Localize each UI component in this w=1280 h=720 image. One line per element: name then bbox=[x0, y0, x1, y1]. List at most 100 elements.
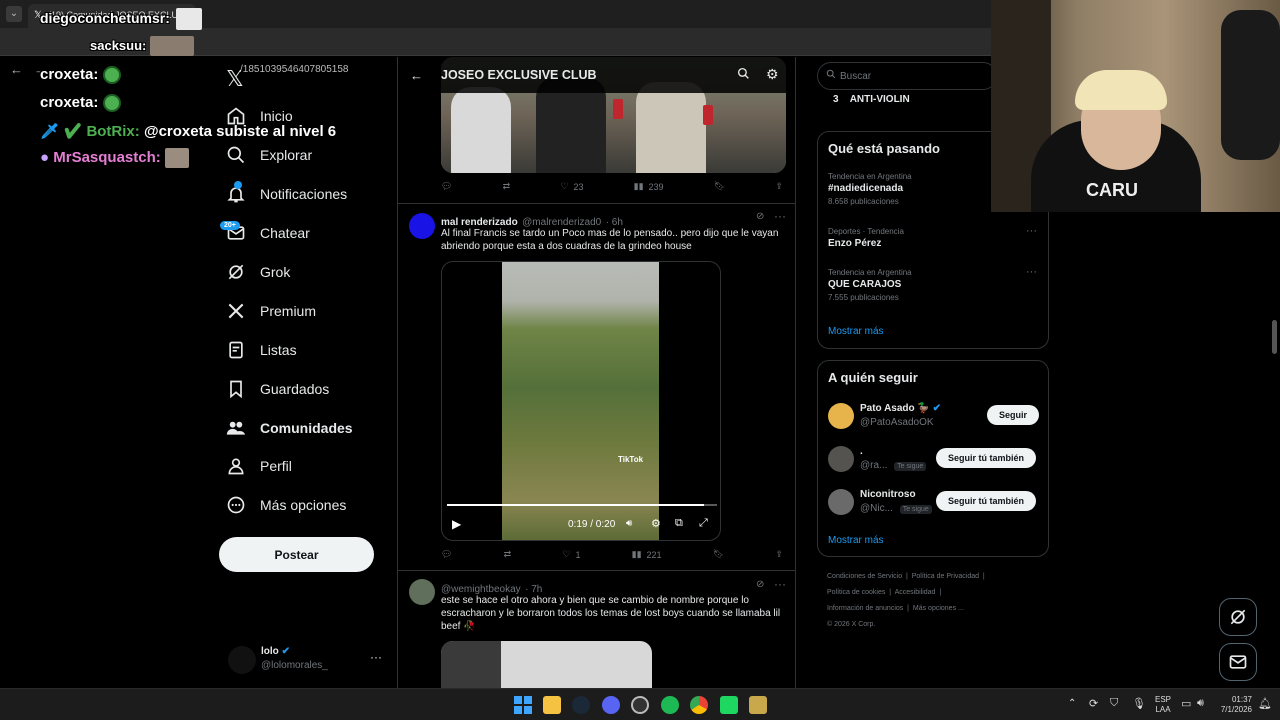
search-input[interactable]: Buscar bbox=[817, 62, 997, 90]
back-icon[interactable]: ← bbox=[10, 62, 23, 77]
avatar[interactable] bbox=[409, 579, 435, 605]
url-text[interactable]: /1851039546407805158 bbox=[240, 64, 348, 75]
main-timeline[interactable]: 💬︎ ⇄ ♡ 23 ▮▮ 239 🔖︎ ⇪ mal renderizado @m… bbox=[397, 57, 796, 688]
show-more-link[interactable]: Mostrar más bbox=[828, 535, 884, 546]
footer-link[interactable]: Más opciones ... bbox=[913, 605, 964, 612]
nav-item-communities[interactable]: Comunidades bbox=[226, 413, 353, 443]
footer-link[interactable]: Política de cookies bbox=[827, 589, 885, 596]
follow-button[interactable]: Seguir bbox=[987, 405, 1040, 425]
notification-bell-icon[interactable]: 🔔︎ bbox=[1258, 697, 1272, 710]
follow-suggestion[interactable]: . @ra... Te sigue Seguir tú también bbox=[828, 446, 1040, 476]
shield-icon[interactable]: ⛉ bbox=[1110, 697, 1118, 710]
avatar[interactable] bbox=[409, 213, 435, 239]
windows-start-icon[interactable] bbox=[514, 696, 532, 714]
show-more-link[interactable]: Mostrar más bbox=[828, 326, 884, 337]
follow-back-button[interactable]: Seguir tú también bbox=[936, 448, 1037, 468]
chevron-up-icon[interactable]: ⌃ bbox=[1068, 698, 1076, 709]
pip-icon[interactable]: ⧉ bbox=[675, 517, 683, 530]
spotify-icon[interactable] bbox=[661, 696, 679, 714]
views-button[interactable]: ▮▮ 239 bbox=[634, 181, 664, 192]
footer-link[interactable]: Condiciones de Servicio bbox=[827, 573, 902, 580]
nav-item-home[interactable]: Inicio bbox=[226, 101, 293, 131]
share-icon[interactable]: ⇪ bbox=[775, 181, 783, 192]
footer-link[interactable]: Accesibilidad bbox=[895, 589, 936, 596]
grok-icon[interactable]: ⊘ bbox=[756, 211, 764, 222]
sync-icon[interactable]: ⟳ bbox=[1089, 697, 1098, 710]
rule-label: ANTI-VIOLIN bbox=[849, 94, 910, 105]
video-player[interactable]: TikTok ▶ 0:19 / 0:20 🔊︎ ⚙ ⧉ ⤢ bbox=[441, 261, 721, 541]
more-dots-icon[interactable]: ··· bbox=[774, 577, 786, 591]
nav-item-grok[interactable]: Grok bbox=[226, 257, 290, 287]
footer-link[interactable]: Política de Privacidad bbox=[912, 573, 979, 580]
more-dots-icon[interactable]: ··· bbox=[1026, 266, 1037, 278]
like-button[interactable]: ♡ 23 bbox=[560, 181, 583, 192]
verified-badge-icon: ✔ bbox=[932, 403, 942, 414]
bookmark-icon[interactable]: 🔖︎ bbox=[713, 549, 724, 560]
account-switcher[interactable]: lolo ✔ @lolomorales_ ··· bbox=[228, 644, 388, 680]
tab-list-icon[interactable]: ⌄ bbox=[6, 6, 22, 22]
tweet-media-image[interactable] bbox=[441, 641, 652, 688]
reply-icon[interactable]: 💬︎ bbox=[441, 549, 452, 560]
sword-icon: 🗡 bbox=[40, 123, 60, 140]
divider bbox=[398, 203, 795, 204]
post-button[interactable]: Postear bbox=[219, 537, 374, 572]
community-title: JOSEO EXCLUSIVE CLUB bbox=[441, 68, 597, 82]
language-indicator[interactable]: ESP LAA bbox=[1155, 695, 1171, 715]
video-progress-track[interactable] bbox=[447, 504, 717, 506]
grok-icon bbox=[228, 264, 244, 280]
like-button[interactable]: ♡ 1 bbox=[562, 549, 580, 560]
follow-back-button[interactable]: Seguir tú también bbox=[936, 491, 1037, 511]
file-explorer-icon[interactable] bbox=[543, 696, 561, 714]
more-dots-icon[interactable]: ··· bbox=[1026, 225, 1037, 237]
trend-item[interactable]: Tendencia en Argentina QUE CARAJOS 7.555… bbox=[828, 266, 1038, 302]
trend-item[interactable]: Deportes · Tendencia Enzo Pérez ··· bbox=[828, 225, 1038, 249]
retweet-icon[interactable]: ⇄ bbox=[504, 549, 512, 560]
clock[interactable]: 01:37 7/1/2026 bbox=[1218, 695, 1252, 715]
grok-icon[interactable]: ⊘ bbox=[756, 579, 764, 590]
mic-icon[interactable]: 🎙︎ bbox=[1132, 697, 1146, 710]
footer-link[interactable]: Información de anuncios bbox=[827, 605, 903, 612]
search-icon bbox=[826, 69, 836, 82]
scrollbar-thumb[interactable] bbox=[1272, 320, 1277, 354]
avatar bbox=[828, 489, 854, 515]
nav-item-profile[interactable]: Perfil bbox=[226, 451, 292, 481]
volume-icon[interactable]: 🔊︎ bbox=[1197, 697, 1204, 710]
list-icon bbox=[229, 341, 243, 359]
obs-icon[interactable] bbox=[631, 696, 649, 714]
suggestion-handle: @ra... bbox=[860, 460, 888, 471]
settings-icon[interactable]: ⚙ bbox=[651, 517, 661, 530]
suggestion-handle: @Nic... bbox=[860, 503, 893, 514]
nav-label: Listas bbox=[260, 342, 297, 358]
x-logo-icon[interactable]: 𝕏 bbox=[226, 66, 244, 92]
nav-item-notifications[interactable]: Notificaciones bbox=[226, 179, 347, 209]
play-icon[interactable]: ▶ bbox=[452, 517, 461, 531]
follow-suggestion[interactable]: Pato Asado 🦆 ✔ @PatoAsadoOK Seguir bbox=[828, 403, 1040, 433]
kick-icon[interactable] bbox=[720, 696, 738, 714]
bookmark-icon[interactable]: 🔖︎ bbox=[714, 181, 725, 192]
fullscreen-icon[interactable]: ⤢ bbox=[699, 517, 708, 530]
more-dots-icon[interactable]: ··· bbox=[370, 650, 382, 664]
follow-suggestion[interactable]: Niconitroso @Nic... Te sigue Seguir tú t… bbox=[828, 489, 1040, 519]
app-icon[interactable] bbox=[749, 696, 767, 714]
discord-icon[interactable] bbox=[602, 696, 620, 714]
more-dots-icon[interactable]: ··· bbox=[774, 209, 786, 223]
nav-item-chat[interactable]: 20+ Chatear bbox=[220, 218, 310, 248]
nav-item-explore[interactable]: Explorar bbox=[226, 140, 312, 170]
retweet-icon[interactable]: ⇄ bbox=[503, 181, 511, 192]
nav-item-more[interactable]: Más opciones bbox=[226, 490, 346, 520]
nav-item-bookmarks[interactable]: Guardados bbox=[226, 374, 329, 404]
chrome-icon[interactable] bbox=[690, 696, 708, 714]
grok-fab[interactable] bbox=[1219, 598, 1257, 636]
nav-item-premium[interactable]: Premium bbox=[226, 296, 316, 326]
views-button[interactable]: ▮▮ 221 bbox=[632, 549, 662, 560]
search-icon[interactable] bbox=[737, 67, 750, 83]
volume-icon[interactable]: 🔊︎ bbox=[626, 518, 632, 529]
share-icon[interactable]: ⇪ bbox=[775, 549, 783, 560]
steam-icon[interactable] bbox=[572, 696, 590, 714]
nav-item-lists[interactable]: Listas bbox=[226, 335, 297, 365]
settings-icon[interactable]: ⚙ bbox=[766, 66, 779, 83]
reply-icon[interactable]: 💬︎ bbox=[441, 181, 452, 192]
back-arrow-icon[interactable]: ← bbox=[410, 68, 423, 83]
display-icon[interactable]: ▭ bbox=[1181, 697, 1191, 710]
messages-fab[interactable] bbox=[1219, 643, 1257, 681]
